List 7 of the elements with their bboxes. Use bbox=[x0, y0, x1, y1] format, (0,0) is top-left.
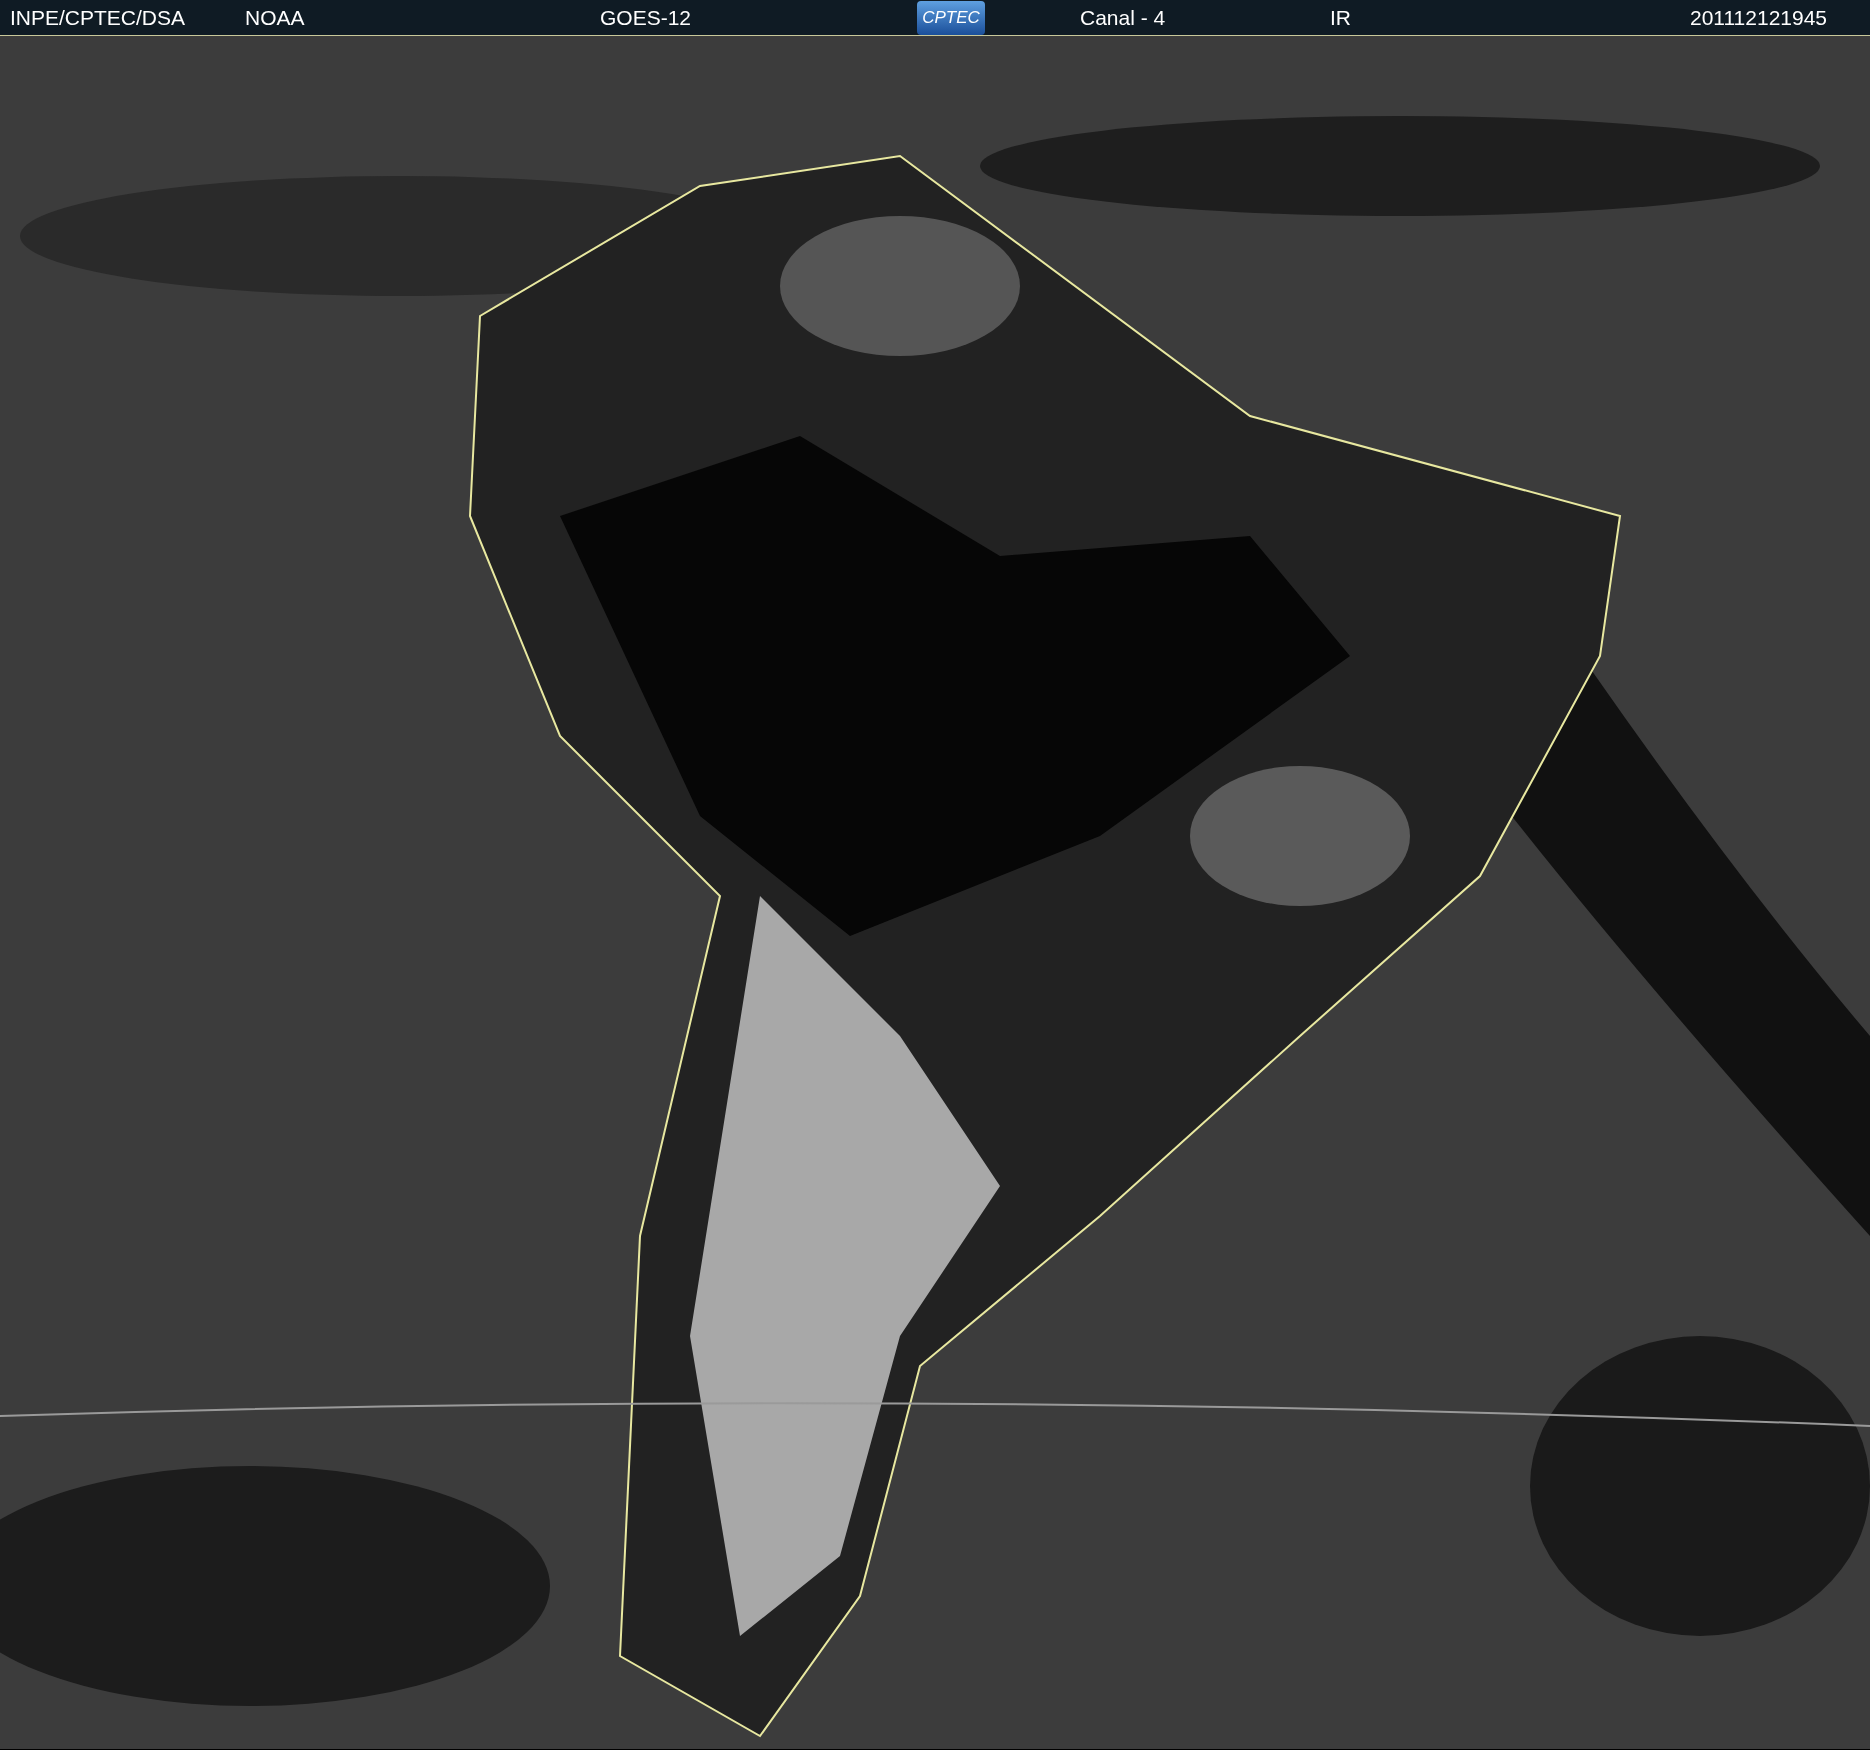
channel-label: Canal - 4 bbox=[1080, 5, 1166, 29]
timestamp-label: 201112121945 bbox=[1690, 5, 1828, 29]
logo: CPTEC bbox=[917, 1, 985, 35]
band-label: IR bbox=[1330, 5, 1351, 29]
satellite-label: GOES-12 bbox=[600, 5, 692, 29]
source-label: NOAA bbox=[245, 5, 305, 29]
agency-label: INPE/CPTEC/DSA bbox=[10, 5, 186, 29]
